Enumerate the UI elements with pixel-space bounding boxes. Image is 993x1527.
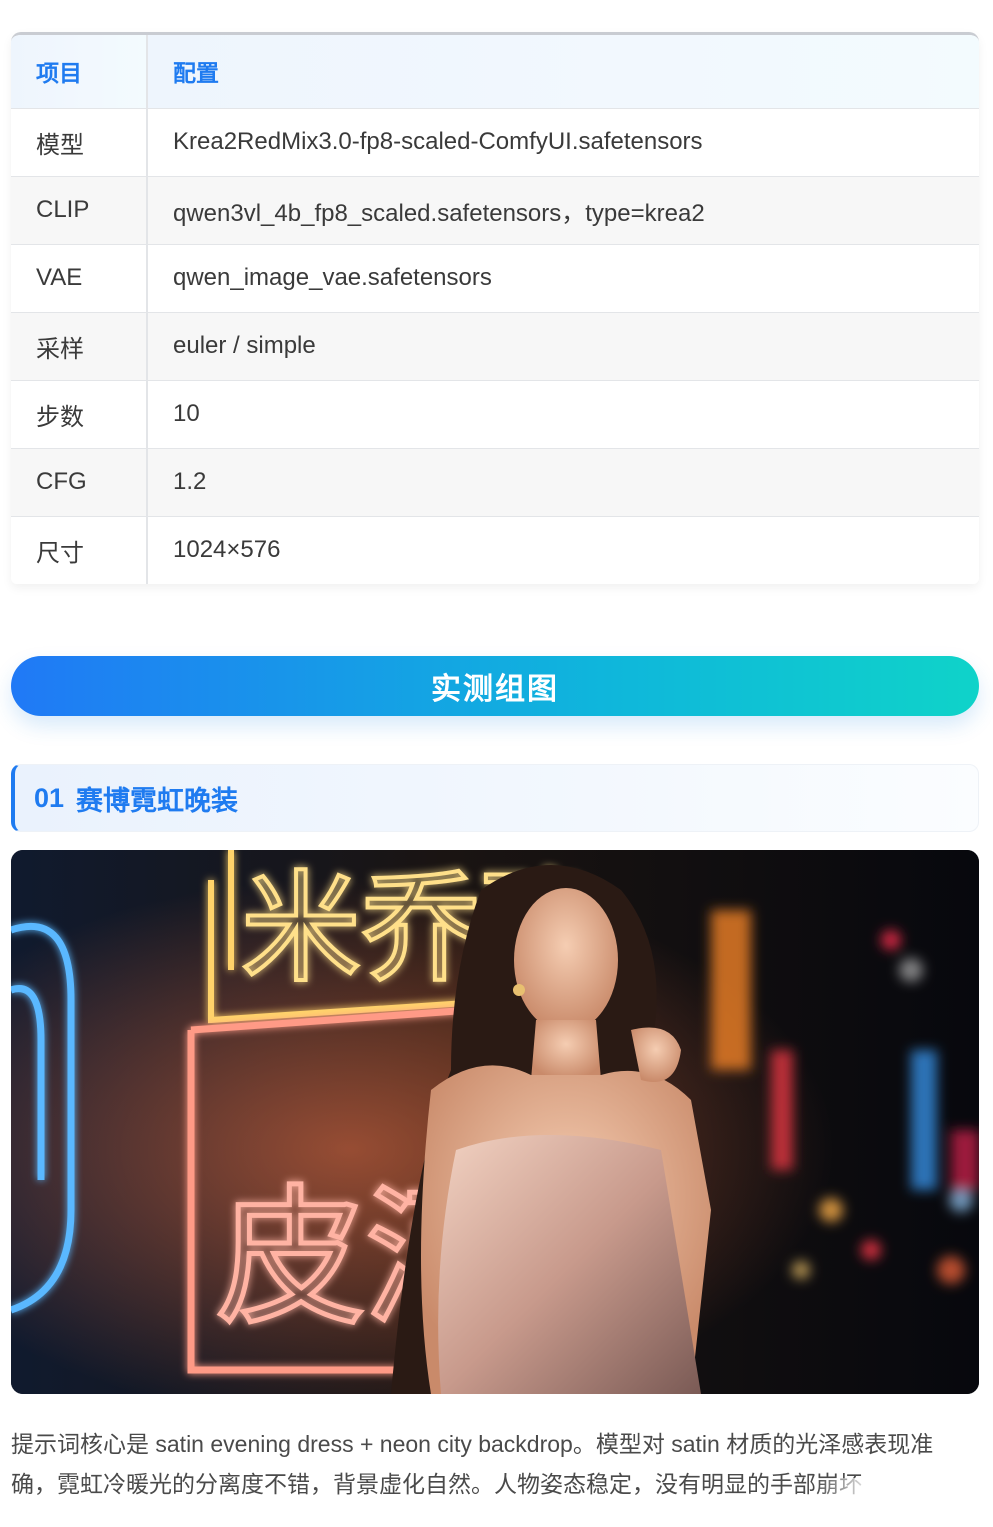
row-label: VAE bbox=[11, 244, 148, 313]
table-header-row: 项目 配置 bbox=[11, 35, 979, 109]
row-label: CLIP bbox=[11, 176, 148, 245]
row-label: 步数 bbox=[11, 380, 148, 449]
config-table: 项目 配置 模型 Krea2RedMix3.0-fp8-scaled-Comfy… bbox=[11, 32, 979, 584]
table-row: 模型 Krea2RedMix3.0-fp8-scaled-ComfyUI.saf… bbox=[11, 108, 979, 177]
generated-photo[interactable]: 米乔豫 皮酒 bbox=[11, 850, 979, 1394]
row-value: 10 bbox=[147, 380, 979, 449]
section-header: 01 赛博霓虹晚装 bbox=[11, 764, 979, 832]
header-item: 项目 bbox=[11, 35, 148, 109]
header-config: 配置 bbox=[147, 35, 979, 109]
table-row: VAE qwen_image_vae.safetensors bbox=[11, 244, 979, 313]
row-value: qwen_image_vae.safetensors bbox=[147, 244, 979, 313]
table-row: 采样 euler / simple bbox=[11, 312, 979, 381]
photo-illustration: 米乔豫 皮酒 bbox=[11, 850, 979, 1394]
row-label: 模型 bbox=[11, 108, 148, 177]
row-value: euler / simple bbox=[147, 312, 979, 381]
row-label: 采样 bbox=[11, 312, 148, 381]
table-row: CFG 1.2 bbox=[11, 448, 979, 517]
table-row: 尺寸 1024×576 bbox=[11, 516, 979, 584]
table-row: 步数 10 bbox=[11, 380, 979, 449]
row-value: 1024×576 bbox=[147, 516, 979, 584]
banner-title: 实测组图 bbox=[431, 673, 559, 706]
section-number: 01 bbox=[34, 782, 65, 813]
row-value: Krea2RedMix3.0-fp8-scaled-ComfyUI.safete… bbox=[147, 108, 979, 177]
row-value: 1.2 bbox=[147, 448, 979, 517]
row-label: 尺寸 bbox=[11, 516, 148, 584]
row-label: CFG bbox=[11, 448, 148, 517]
table-row: CLIP qwen3vl_4b_fp8_scaled.safetensors，t… bbox=[11, 176, 979, 245]
row-value: qwen3vl_4b_fp8_scaled.safetensors，type=k… bbox=[147, 176, 979, 245]
gallery-banner: 实测组图 bbox=[11, 656, 979, 716]
section-title: 赛博霓虹晚装 bbox=[76, 785, 239, 816]
watermark-overlay bbox=[815, 1478, 985, 1518]
article-page: 项目 配置 模型 Krea2RedMix3.0-fp8-scaled-Comfy… bbox=[0, 0, 993, 1527]
